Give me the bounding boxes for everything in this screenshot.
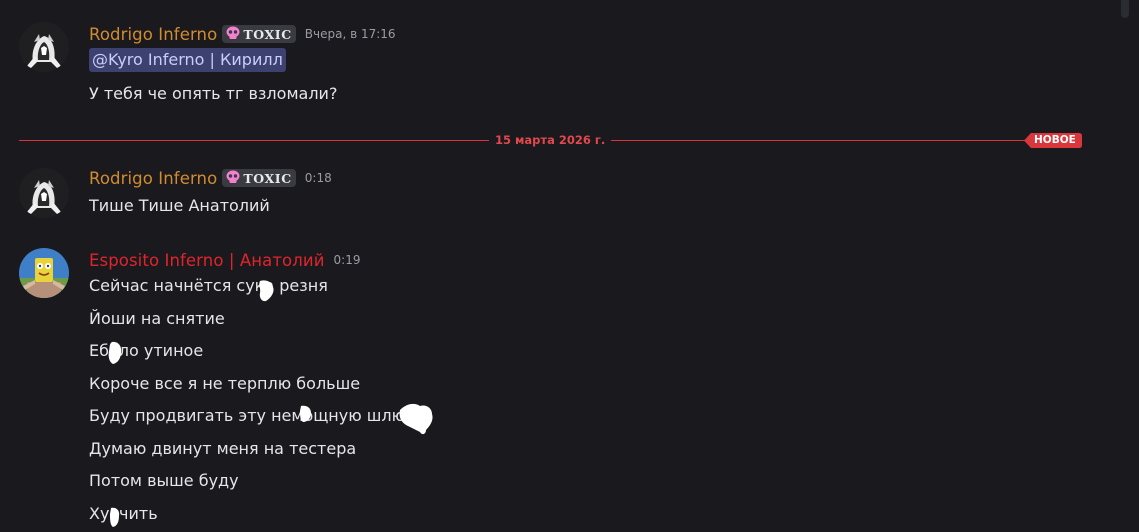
role-tag[interactable]: TOXIC: [222, 169, 296, 187]
skull-icon: [225, 170, 241, 187]
avatar[interactable]: [19, 22, 69, 72]
redaction-scribble: [108, 341, 122, 364]
hooded-figure-avatar-icon: [19, 22, 69, 72]
redaction-scribble: [259, 280, 274, 302]
new-label: НОВОЕ: [1034, 134, 1076, 146]
new-messages-badge[interactable]: НОВОЕ: [1024, 133, 1082, 148]
chat-messages: Rodrigo Inferno TOXIC Вчера, в 17:16 @Ky…: [0, 0, 1139, 532]
username[interactable]: Rodrigo Inferno: [89, 25, 217, 44]
hooded-figure-avatar-icon: [19, 168, 69, 218]
username[interactable]: Rodrigo Inferno: [89, 169, 217, 188]
scrollbar-track[interactable]: [1119, 0, 1139, 532]
timestamp[interactable]: Вчера, в 17:16: [305, 27, 396, 41]
timestamp[interactable]: 0:19: [334, 253, 361, 267]
username[interactable]: Esposito Inferno | Анатолий: [89, 251, 325, 270]
tag-label: TOXIC: [243, 26, 292, 42]
message-group: Rodrigo Inferno TOXIC 0:18 Тише Тише Ана…: [0, 160, 1119, 220]
redaction-scribble: [399, 403, 433, 435]
avatar[interactable]: [19, 248, 69, 298]
message-text: Буду продвигать эту немощную шлюху: [89, 406, 425, 425]
divider-date: 15 марта 2026 г.: [489, 131, 612, 149]
role-tag[interactable]: TOXIC: [222, 25, 296, 43]
skull-icon: [225, 26, 241, 43]
message-text: Сейчас начнётся сука резня: [89, 276, 328, 295]
timestamp[interactable]: 0:18: [305, 171, 332, 185]
message-text: Хуячить: [89, 504, 158, 523]
redaction-scribble: [300, 405, 311, 422]
message-group: Rodrigo Inferno TOXIC Вчера, в 17:16 @Ky…: [0, 0, 1119, 120]
user-mention[interactable]: @Kyro Inferno | Кирилл: [89, 48, 286, 72]
message-text: Короче все я не терплю больше: [89, 374, 361, 393]
message-text: Йоши на снятие: [89, 309, 225, 328]
message-text: Потом выше буду: [89, 471, 239, 490]
message-text: У тебя че опять тг взломали?: [89, 84, 338, 103]
scrollbar-thumb[interactable]: [1121, 0, 1129, 18]
avatar[interactable]: [19, 168, 69, 218]
message-text: Тише Тише Анатолий: [89, 196, 270, 215]
sponge-character-avatar-icon: [19, 248, 69, 298]
message-text: Думаю двинут меня на тестера: [89, 439, 357, 458]
redaction-scribble: [110, 507, 120, 527]
message-group: Esposito Inferno | Анатолий 0:19 Сейчас …: [0, 240, 1119, 532]
tag-label: TOXIC: [243, 170, 292, 186]
